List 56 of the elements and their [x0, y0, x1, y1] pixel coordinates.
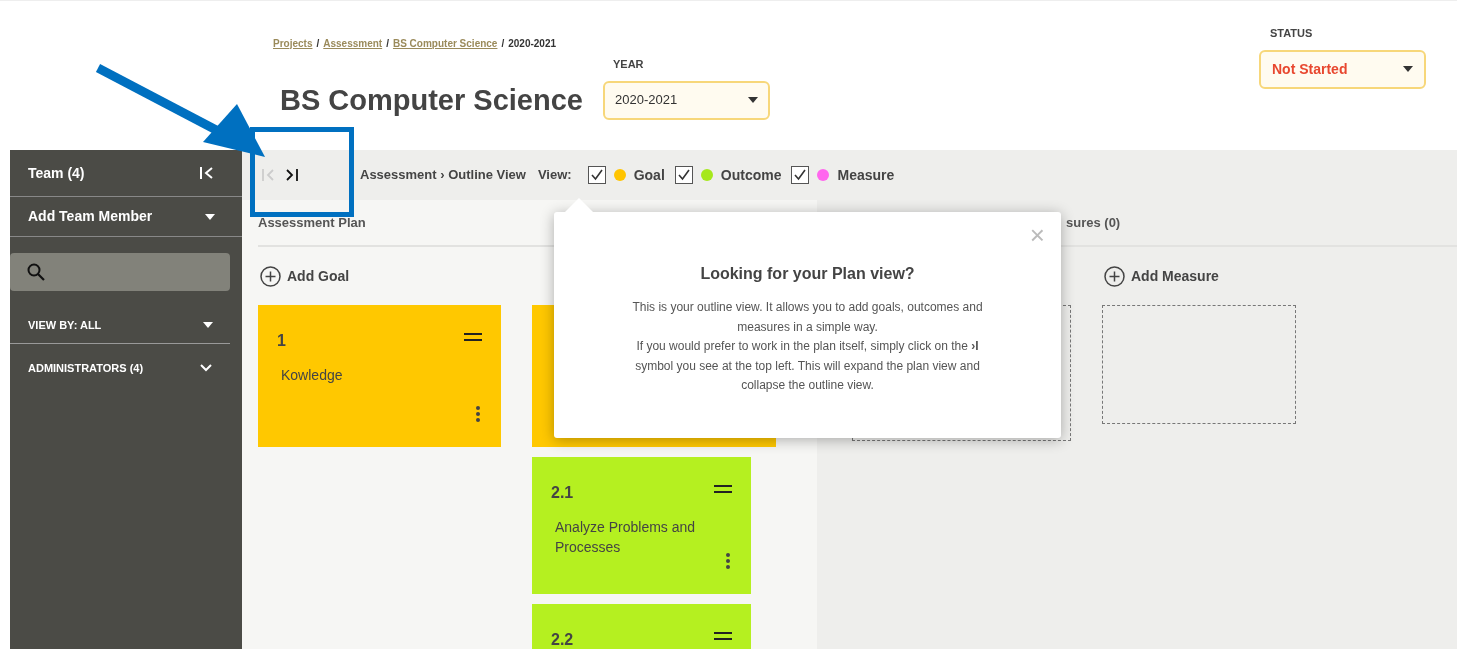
drag-handle-icon[interactable]	[464, 333, 482, 341]
caret-icon	[203, 322, 213, 328]
breadcrumb-separator: /	[501, 37, 505, 51]
caret-icon	[748, 97, 758, 103]
collapse-icon[interactable]	[200, 166, 214, 180]
goal-card[interactable]: 1 Kowledge	[258, 305, 501, 447]
breadcrumb-current: 2020-2021	[508, 37, 557, 51]
team-title: Team (4)	[28, 163, 85, 183]
add-button[interactable]: Add Goal	[260, 265, 350, 287]
popup-title: Looking for your Plan view?	[700, 264, 915, 284]
status-label: STATUS	[1270, 26, 1314, 41]
filter-label: Outcome	[720, 165, 782, 185]
popup-text: If you would prefer to work in the plan itself, simply click on the ›I symbol you see at the top left. This will expand the plan view and collapse the outline view.	[634, 338, 981, 394]
drag-handle-icon[interactable]	[714, 485, 732, 493]
chevron-down-icon	[200, 364, 212, 372]
outcome-card[interactable]: 2.1 Analyze Problems and Processes	[532, 457, 751, 594]
card-number: 2.1	[551, 483, 574, 503]
card-number: 1	[277, 331, 286, 351]
add-button[interactable]: Add Measure	[1104, 265, 1219, 287]
filter-checkbox[interactable]	[791, 166, 810, 184]
expand-right-icon[interactable]	[285, 169, 298, 181]
filter-label: Measure	[837, 165, 895, 185]
plus-circle-icon	[260, 265, 281, 287]
card-text: Analyze Problems and Processes	[554, 518, 697, 557]
year-select[interactable]: 2020-2021	[603, 80, 770, 120]
view-label: View:	[537, 166, 572, 185]
collapse-left-icon	[262, 169, 275, 181]
column-header: sures (0)	[1066, 213, 1121, 232]
more-icon[interactable]	[476, 406, 480, 422]
status-select[interactable]: Not Started	[1259, 49, 1426, 89]
more-icon[interactable]	[726, 553, 730, 569]
plus-circle-icon	[1104, 265, 1125, 287]
caret-icon	[205, 213, 215, 220]
breadcrumb-separator: /	[316, 37, 320, 51]
column-header: Assessment Plan	[258, 213, 366, 232]
check-icon	[794, 169, 807, 181]
popup-text: This is your outline view. It allows you to add goals, outcomes and measures in a simple way.	[631, 299, 984, 336]
filter-label: Goal	[633, 165, 665, 185]
administrators-section[interactable]: ADMINISTRATORS (4)	[10, 344, 230, 392]
caret-icon	[1403, 66, 1413, 72]
breadcrumb-link[interactable]: Assessment	[323, 36, 383, 51]
filter-checkbox[interactable]	[674, 166, 693, 184]
breadcrumb-separator: /	[386, 37, 389, 51]
outline-path: Assessment › Outline View	[360, 166, 526, 185]
year-label: YEAR	[613, 57, 645, 72]
check-icon	[677, 169, 690, 181]
check-icon	[590, 169, 603, 181]
view-by-dropdown[interactable]: VIEW BY: ALL	[10, 307, 230, 344]
card-text: Kowledge	[280, 366, 344, 385]
card-number: 2.2	[551, 630, 574, 649]
outcome-card[interactable]: 2.2	[532, 604, 751, 649]
search-icon	[27, 263, 45, 281]
page-title: BS Computer Science	[280, 83, 583, 118]
filter-checkbox[interactable]	[587, 166, 606, 184]
search-field[interactable]	[10, 253, 230, 291]
drag-handle-icon[interactable]	[714, 632, 732, 640]
